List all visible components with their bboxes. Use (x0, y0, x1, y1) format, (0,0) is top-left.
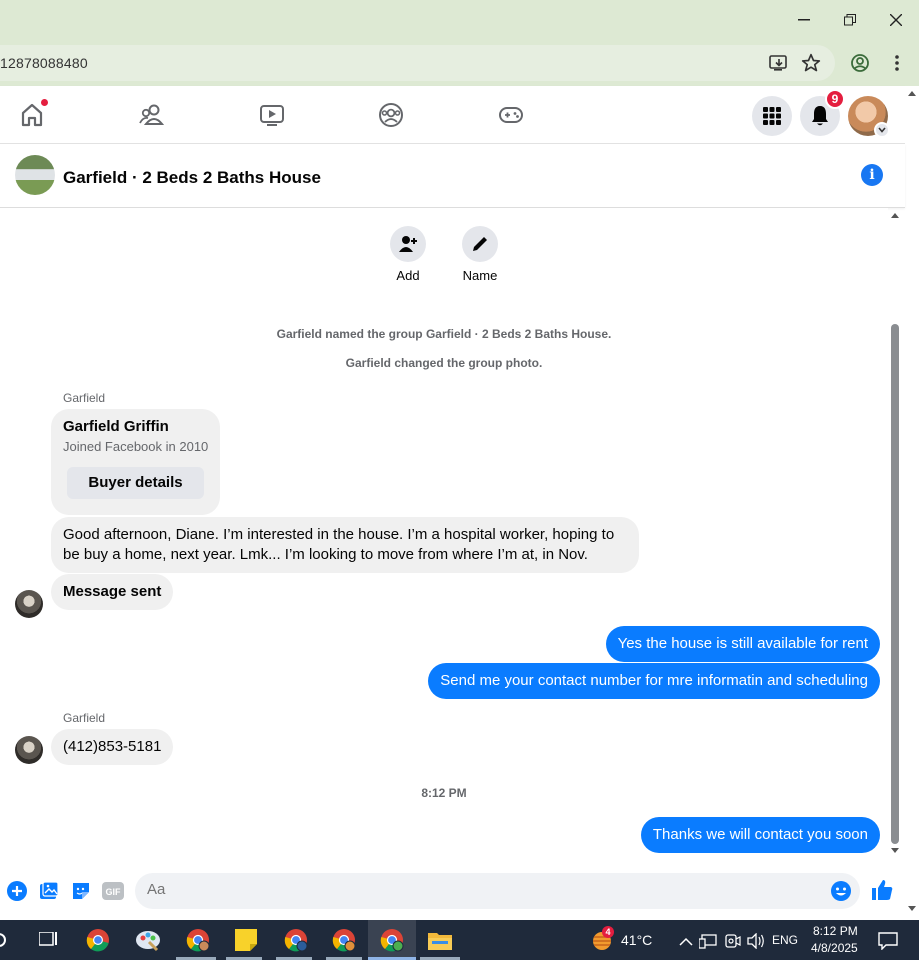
pencil-icon (473, 237, 487, 251)
sticker-icon[interactable] (70, 880, 92, 902)
minimize-button[interactable] (792, 8, 816, 32)
page-scrollbar[interactable] (905, 86, 919, 920)
chat-scrollbar[interactable] (889, 208, 901, 860)
notification-center-icon[interactable] (874, 927, 902, 955)
friends-icon[interactable] (137, 100, 167, 130)
message-input-box[interactable] (135, 873, 860, 909)
gif-label: GIF (106, 887, 122, 897)
file-explorer-icon[interactable] (426, 926, 454, 954)
message-bubble-incoming[interactable]: Message sent (51, 574, 174, 610)
card-name[interactable]: Garfield Griffin (63, 417, 169, 437)
watch-video-icon[interactable] (257, 100, 287, 130)
message-input[interactable] (147, 881, 827, 898)
install-app-icon[interactable] (767, 51, 791, 75)
message-bubble-outgoing[interactable]: Thanks we will contact you soon (640, 817, 880, 853)
sticky-notes-icon[interactable] (232, 926, 260, 954)
sender-name: Garfield (63, 391, 106, 405)
message-bubble-incoming[interactable]: Good afternoon, Diane. I’m interested in… (51, 517, 639, 573)
address-bar[interactable]: 12878088480 (0, 45, 835, 81)
photo-icon[interactable] (38, 880, 60, 902)
like-thumbs-up-icon[interactable] (870, 878, 894, 902)
clock-time[interactable]: 8:12 PM (813, 924, 858, 938)
profile-icon[interactable] (848, 51, 872, 75)
bell-icon (812, 106, 828, 126)
chrome-active-icon[interactable] (378, 926, 406, 954)
chrome-icon[interactable] (84, 926, 112, 954)
weather-icon[interactable]: 4 (588, 926, 616, 955)
group-photo[interactable] (15, 155, 55, 195)
search-icon[interactable] (0, 933, 6, 947)
browser-toolbar: 12878088480 (0, 40, 919, 86)
browser-title-bar (0, 0, 919, 40)
language-indicator[interactable]: ENG (772, 933, 798, 947)
chevron-down-icon[interactable] (874, 122, 890, 138)
browser-menu-icon[interactable] (885, 51, 909, 75)
card-subtitle: Joined Facebook in 2010 (63, 439, 209, 454)
weather-badge: 4 (602, 926, 614, 938)
task-view-icon[interactable] (34, 926, 62, 954)
emoji-icon[interactable] (830, 880, 852, 902)
message-bubble-outgoing[interactable]: Yes the house is still available for ren… (605, 626, 880, 662)
gif-icon[interactable]: GIF (102, 880, 124, 902)
weather-temp[interactable]: 41°C (621, 932, 652, 948)
gaming-icon[interactable] (496, 100, 526, 130)
home-notification-dot (40, 98, 49, 107)
chrome-profile-icon[interactable] (184, 926, 212, 954)
message-bubble-incoming[interactable]: (412)853-5181 (51, 729, 174, 765)
chat-scrollbar-thumb[interactable] (891, 324, 899, 844)
notification-count-badge: 9 (825, 89, 845, 109)
name-label: Name (462, 268, 498, 283)
close-window-button[interactable] (884, 8, 908, 32)
paint-app-icon[interactable] (134, 926, 162, 954)
profile-card: Garfield Griffin Joined Facebook in 2010… (51, 409, 220, 515)
message-timestamp: 8:12 PM (421, 786, 467, 800)
add-person-icon (399, 236, 417, 252)
name-group-button[interactable] (462, 226, 498, 262)
message-composer: GIF (0, 870, 905, 920)
system-message: Garfield named the group Garfield · 2 Be… (276, 327, 612, 341)
groups-icon[interactable] (376, 100, 406, 130)
bookmark-star-icon[interactable] (799, 51, 823, 75)
chat-header: Garfield · 2 Beds 2 Baths House i (0, 144, 905, 208)
message-bubble-outgoing[interactable]: Send me your contact number for mre info… (428, 663, 880, 699)
menu-grid-button[interactable] (752, 96, 792, 136)
grid-icon (763, 107, 781, 125)
facebook-nav-bar (0, 86, 905, 144)
chrome-profile-icon[interactable] (330, 926, 358, 954)
plus-circle-icon[interactable] (6, 880, 28, 902)
sender-avatar[interactable] (15, 590, 43, 618)
chrome-profile-icon[interactable] (282, 926, 310, 954)
add-people-button[interactable] (390, 226, 426, 262)
url-text[interactable]: 12878088480 (0, 55, 88, 71)
restore-button[interactable] (838, 8, 862, 32)
add-label: Add (396, 268, 420, 283)
system-message: Garfield changed the group photo. (345, 356, 543, 370)
home-icon[interactable] (17, 98, 49, 130)
sender-avatar[interactable] (15, 736, 43, 764)
windows-taskbar: 4 41°C ENG 8:12 PM 4/8/2025 (0, 920, 919, 960)
volume-icon[interactable] (742, 927, 770, 955)
chat-title[interactable]: Garfield · 2 Beds 2 Baths House (63, 168, 321, 188)
info-icon[interactable]: i (861, 164, 883, 186)
clock-date[interactable]: 4/8/2025 (811, 941, 858, 955)
buyer-details-button[interactable]: Buyer details (67, 467, 204, 499)
sender-name: Garfield (63, 711, 106, 725)
